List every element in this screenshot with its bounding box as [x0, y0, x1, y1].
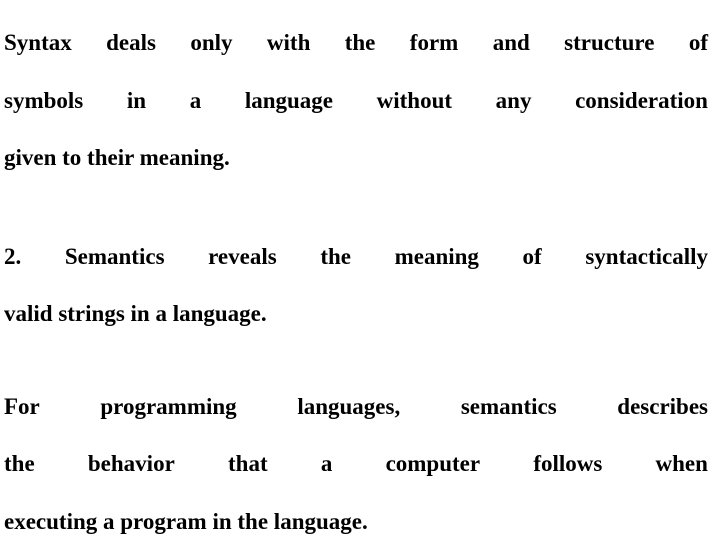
- text-word: reveals: [208, 228, 277, 286]
- text-word: only: [190, 14, 232, 72]
- slide-text-body: Syntax deals only with the formand structure of…: [4, 14, 708, 550]
- text-word: with: [267, 14, 310, 72]
- text-word: 2.: [4, 228, 21, 286]
- text-word: follows: [533, 435, 602, 493]
- text-word: the: [345, 14, 376, 72]
- text-word: in: [127, 72, 146, 130]
- text-word: form: [410, 14, 459, 72]
- text-word: Syntax: [4, 14, 72, 72]
- text-word: of: [689, 14, 708, 72]
- text-word: a: [190, 72, 202, 130]
- text-word: syntactically: [585, 228, 708, 286]
- text-word: behavior: [88, 435, 175, 493]
- text-line: Syntax deals only with the formand structure of: [4, 14, 708, 72]
- paragraph-programming-semantics: For programming languages, semantics describ…: [4, 378, 708, 550]
- text-word: meaning: [395, 228, 479, 286]
- text-word: consideration: [575, 72, 708, 130]
- text-word: that: [228, 435, 268, 493]
- text-word: programming: [100, 378, 236, 436]
- text-word: For: [4, 378, 40, 436]
- text-line: given to their meaning.: [4, 129, 708, 187]
- text-word: semantics: [461, 378, 557, 436]
- text-word: and: [493, 14, 530, 72]
- text-line: 2. Semantics reveals the meaning of syntactica…: [4, 228, 708, 286]
- paragraph-spacer-1: [4, 187, 708, 228]
- text-line: the behavior that a computer follows when: [4, 435, 708, 493]
- text-word: when: [656, 435, 708, 493]
- text-word: languages,: [297, 378, 400, 436]
- text-word: of: [523, 228, 542, 286]
- text-word: the: [4, 435, 35, 493]
- text-word: structure: [564, 14, 654, 72]
- text-word: a: [321, 435, 333, 493]
- text-word: deals: [106, 14, 156, 72]
- text-line: valid strings in a language.: [4, 285, 708, 343]
- paragraph-syntax: Syntax deals only with the formand structure of…: [4, 14, 708, 187]
- text-line: symbols ina language without any consideratio…: [4, 72, 708, 130]
- text-word: symbols: [4, 72, 83, 130]
- text-line: executing a program in the language.: [4, 493, 708, 550]
- slide-canvas: Syntax deals only with the formand structure of…: [0, 0, 720, 540]
- text-word: Semantics: [65, 228, 165, 286]
- text-word: language: [245, 72, 333, 130]
- text-word: computer: [386, 435, 481, 493]
- paragraph-spacer-2: [4, 343, 708, 378]
- text-word: describes: [617, 378, 708, 436]
- text-word: the: [320, 228, 351, 286]
- text-line: For programming languages, semantics describ…: [4, 378, 708, 436]
- text-word: without: [377, 72, 452, 130]
- paragraph-semantics: 2. Semantics reveals the meaning of syntactica…: [4, 228, 708, 343]
- text-word: any: [496, 72, 532, 130]
